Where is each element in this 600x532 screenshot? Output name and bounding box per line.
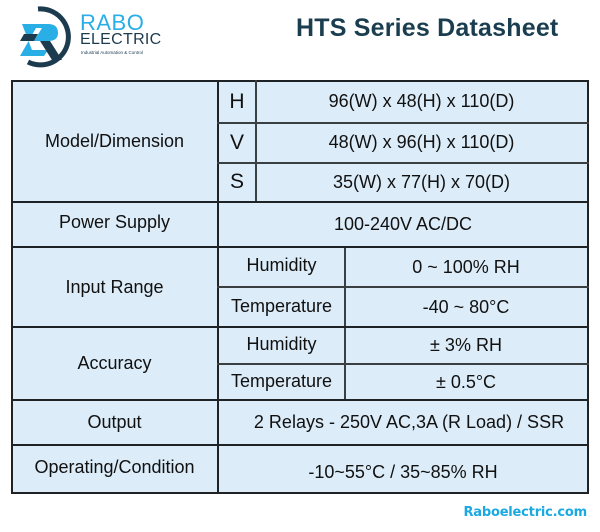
page-title: HTS Series Datasheet [296,14,559,42]
row-divider-5 [11,444,589,446]
sub-value-input-humidity: 0 ~ 100% RH [345,248,587,286]
sub-key-h: H [219,81,255,122]
brand-tagline: Industrial Automation & Control [81,50,144,55]
website-link[interactable]: Raboelectric.com [463,505,587,520]
row-divider-3 [11,326,589,328]
sub-key-input-humidity: Humidity [219,248,344,286]
sub-key-v: V [219,123,255,162]
sub-value-input-temperature: -40 ~ 80°C [345,287,587,326]
sub-divider-v-s [217,162,589,164]
column-divider-sub-key [344,247,346,400]
sub-key-accuracy-humidity: Humidity [219,327,344,363]
sub-divider-h-v [217,122,589,124]
row-divider-1 [11,201,589,203]
table-border-left [11,80,13,494]
column-divider-model-key [255,80,257,202]
row-label-output: Output [12,401,217,444]
sub-key-accuracy-temperature: Temperature [219,364,344,399]
table-border-top [11,80,589,82]
row-divider-2 [11,246,589,248]
row-value-power-supply: 100-240V AC/DC [219,202,587,246]
row-label-accuracy: Accuracy [12,327,217,399]
brand-name-bottom: ELECTRIC [80,31,162,48]
sub-value-s: 35(W) x 77(H) x 70(D) [256,163,587,201]
row-label-input-range: Input Range [12,248,217,326]
sub-value-accuracy-humidity: ± 3% RH [345,327,587,363]
sub-value-accuracy-temperature: ± 0.5°C [345,364,587,399]
row-label-power-supply: Power Supply [12,202,217,246]
sub-value-v: 48(W) x 96(H) x 110(D) [256,123,587,162]
rabo-electric-logo-icon [20,6,71,68]
sub-divider-accuracy [217,363,589,365]
sub-key-s: S [219,163,255,201]
sub-divider-input [217,286,589,288]
brand-logo: RABO ELECTRIC Industrial Automation & Co… [8,4,161,68]
row-divider-4 [11,399,589,401]
row-value-output: 2 Relays - 250V AC,3A (R Load) / SSR [219,401,587,444]
sub-key-input-temperature: Temperature [219,287,344,326]
row-value-operating-condition: -10~55°C / 35~85% RH [219,446,587,492]
row-label-operating-condition: Operating/Condition [12,446,217,492]
sub-value-h: 96(W) x 48(H) x 110(D) [256,81,587,122]
table-border-bottom [11,492,589,494]
row-label-model-dimension: Model/Dimension [12,81,217,201]
